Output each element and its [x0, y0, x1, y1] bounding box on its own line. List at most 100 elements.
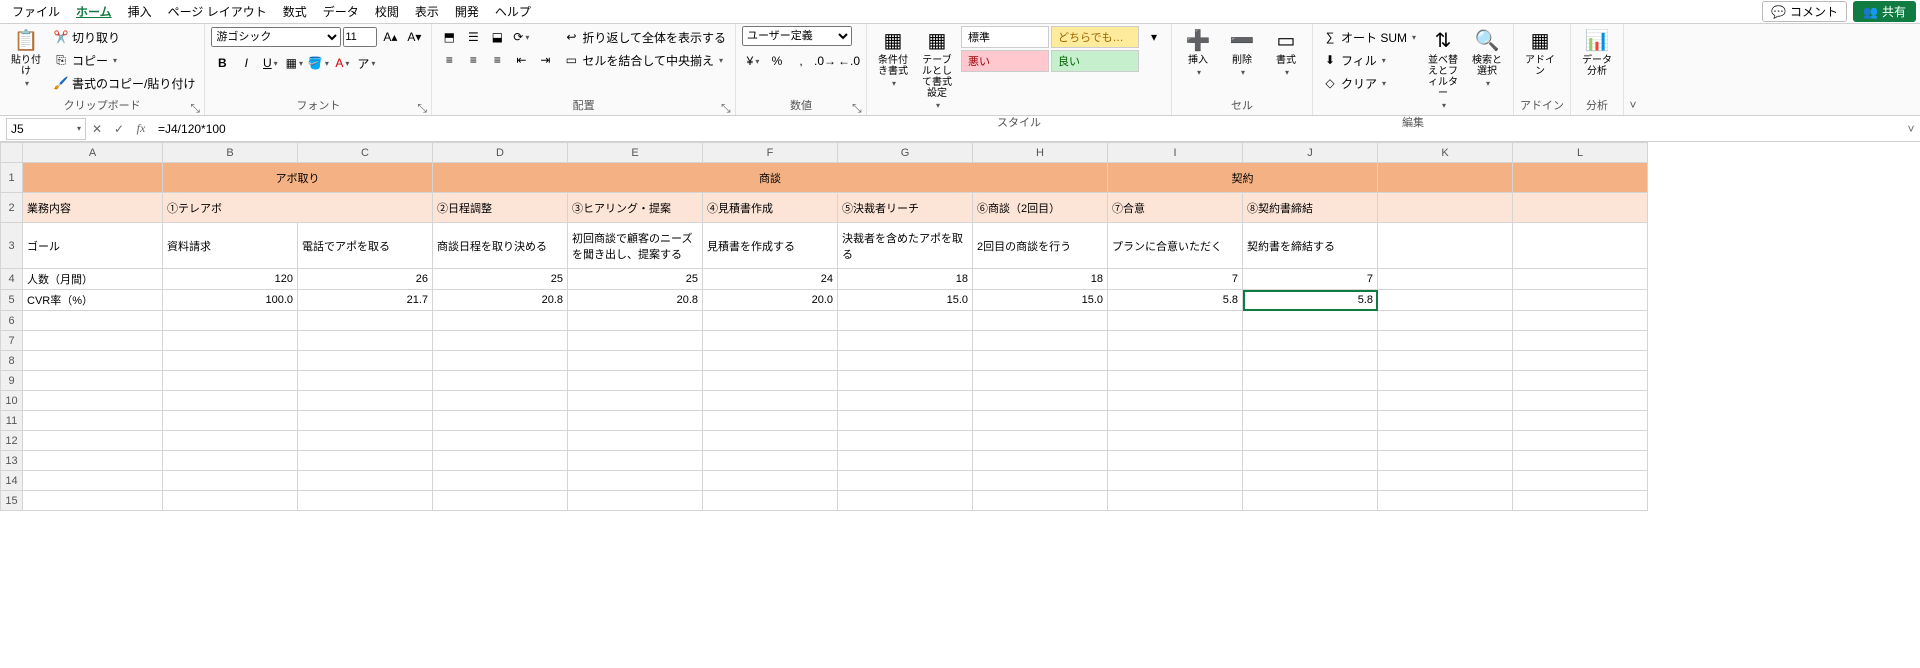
cell-G10[interactable] [838, 391, 973, 411]
row-header-12[interactable]: 12 [1, 431, 23, 451]
cell-L7[interactable] [1513, 331, 1648, 351]
enter-formula-button[interactable]: ✓ [108, 118, 130, 140]
style-normal[interactable]: 標準 [961, 26, 1049, 48]
cell-J10[interactable] [1243, 391, 1378, 411]
cell-C12[interactable] [298, 431, 433, 451]
orientation-button[interactable]: ⟳▾ [510, 26, 532, 48]
col-header-B[interactable]: B [163, 143, 298, 163]
cell-A9[interactable] [23, 371, 163, 391]
cell-C9[interactable] [298, 371, 433, 391]
cell-C5[interactable]: 21.7 [298, 290, 433, 311]
cell-D1[interactable]: 商談 [433, 163, 1108, 193]
cell-A6[interactable] [23, 311, 163, 331]
cell-E7[interactable] [568, 331, 703, 351]
col-header-G[interactable]: G [838, 143, 973, 163]
paste-button[interactable]: 📋 貼り付け ▾ [6, 26, 46, 90]
cell-G7[interactable] [838, 331, 973, 351]
col-header-I[interactable]: I [1108, 143, 1243, 163]
cell-G14[interactable] [838, 471, 973, 491]
cell-L6[interactable] [1513, 311, 1648, 331]
number-format-select[interactable]: ユーザー定義 [742, 26, 852, 46]
cell-J3[interactable]: 契約書を締結する [1243, 223, 1378, 269]
cell-A14[interactable] [23, 471, 163, 491]
cell-E6[interactable] [568, 311, 703, 331]
cell-G8[interactable] [838, 351, 973, 371]
cell-D5[interactable]: 20.8 [433, 290, 568, 311]
style-bad[interactable]: 悪い [961, 50, 1049, 72]
cell-D8[interactable] [433, 351, 568, 371]
cell-F9[interactable] [703, 371, 838, 391]
cell-H9[interactable] [973, 371, 1108, 391]
cell-J11[interactable] [1243, 411, 1378, 431]
format-cells-button[interactable]: ▭書式▾ [1266, 26, 1306, 79]
cell-H11[interactable] [973, 411, 1108, 431]
align-center-button[interactable]: ≡ [462, 49, 484, 71]
cell-F8[interactable] [703, 351, 838, 371]
sort-filter-button[interactable]: ⇅並べ替えとフィルター▾ [1423, 26, 1463, 112]
cell-K7[interactable] [1378, 331, 1513, 351]
dialog-launcher-icon[interactable]: ⤡ [190, 101, 202, 113]
cell-E15[interactable] [568, 491, 703, 511]
row-header-7[interactable]: 7 [1, 331, 23, 351]
cell-C10[interactable] [298, 391, 433, 411]
cell-B9[interactable] [163, 371, 298, 391]
cell-L5[interactable] [1513, 290, 1648, 311]
cell-F11[interactable] [703, 411, 838, 431]
conditional-format-button[interactable]: ▦条件付き書式▾ [873, 26, 913, 90]
cell-D3[interactable]: 商談日程を取り決める [433, 223, 568, 269]
cell-H12[interactable] [973, 431, 1108, 451]
cell-H15[interactable] [973, 491, 1108, 511]
style-neutral[interactable]: どちらでも… [1051, 26, 1139, 48]
cancel-formula-button[interactable]: ✕ [86, 118, 108, 140]
row-header-13[interactable]: 13 [1, 451, 23, 471]
cell-J2[interactable]: ⑧契約書締結 [1243, 193, 1378, 223]
cell-L2[interactable] [1513, 193, 1648, 223]
cell-I6[interactable] [1108, 311, 1243, 331]
cell-B6[interactable] [163, 311, 298, 331]
menu-file[interactable]: ファイル [4, 1, 68, 22]
cell-B15[interactable] [163, 491, 298, 511]
cell-F10[interactable] [703, 391, 838, 411]
cell-I15[interactable] [1108, 491, 1243, 511]
dialog-launcher-icon[interactable]: ⤡ [417, 101, 429, 113]
border-button[interactable]: ▦▾ [283, 52, 305, 74]
percent-format-button[interactable]: % [766, 50, 788, 72]
row-header-6[interactable]: 6 [1, 311, 23, 331]
cell-K12[interactable] [1378, 431, 1513, 451]
cell-styles-gallery[interactable]: 標準 どちらでも… 悪い 良い [961, 26, 1139, 72]
font-size-input[interactable] [343, 27, 377, 47]
cell-I14[interactable] [1108, 471, 1243, 491]
cell-F7[interactable] [703, 331, 838, 351]
cell-J6[interactable] [1243, 311, 1378, 331]
menu-review[interactable]: 校閲 [367, 1, 407, 22]
cell-L14[interactable] [1513, 471, 1648, 491]
cell-L1[interactable] [1513, 163, 1648, 193]
row-header-9[interactable]: 9 [1, 371, 23, 391]
cell-C14[interactable] [298, 471, 433, 491]
col-header-A[interactable]: A [23, 143, 163, 163]
cell-D6[interactable] [433, 311, 568, 331]
cell-A11[interactable] [23, 411, 163, 431]
row-header-8[interactable]: 8 [1, 351, 23, 371]
cell-J13[interactable] [1243, 451, 1378, 471]
cell-B5[interactable]: 100.0 [163, 290, 298, 311]
cell-G4[interactable]: 18 [838, 269, 973, 290]
row-header-3[interactable]: 3 [1, 223, 23, 269]
cell-H4[interactable]: 18 [973, 269, 1108, 290]
col-header-J[interactable]: J [1243, 143, 1378, 163]
cell-I2[interactable]: ⑦合意 [1108, 193, 1243, 223]
cell-I10[interactable] [1108, 391, 1243, 411]
fill-button[interactable]: ⬇フィル▾ [1319, 49, 1419, 71]
format-painter-button[interactable]: 🖌️書式のコピー/貼り付け [50, 72, 198, 94]
styles-more-button[interactable]: ▾ [1143, 26, 1165, 48]
cell-L11[interactable] [1513, 411, 1648, 431]
col-header-C[interactable]: C [298, 143, 433, 163]
cell-D7[interactable] [433, 331, 568, 351]
cell-B10[interactable] [163, 391, 298, 411]
style-good[interactable]: 良い [1051, 50, 1139, 72]
cell-F15[interactable] [703, 491, 838, 511]
menu-insert[interactable]: 挿入 [120, 1, 160, 22]
menu-developer[interactable]: 開発 [447, 1, 487, 22]
format-as-table-button[interactable]: ▦テーブルとして書式設定▾ [917, 26, 957, 112]
cell-A15[interactable] [23, 491, 163, 511]
